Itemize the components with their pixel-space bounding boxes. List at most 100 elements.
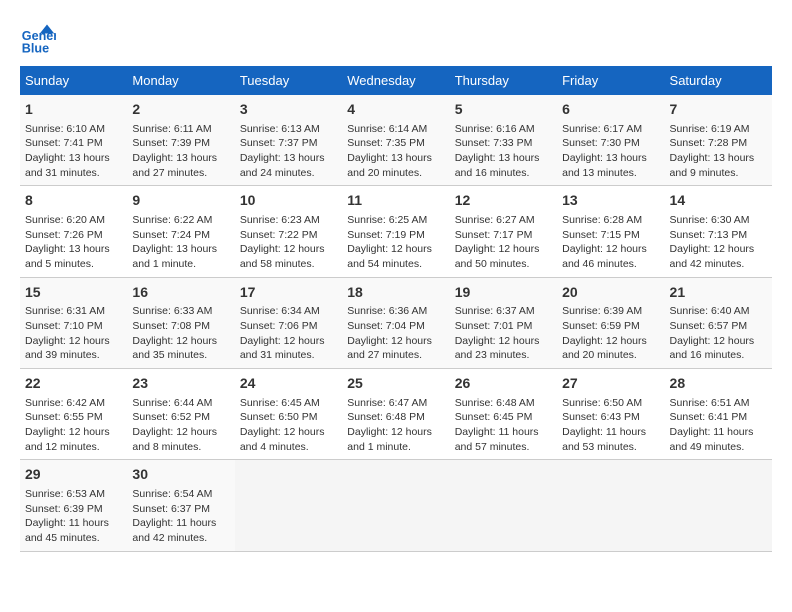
- day-info: Sunrise: 6:45 AM Sunset: 6:50 PM Dayligh…: [240, 396, 337, 455]
- calendar-cell: 29Sunrise: 6:53 AM Sunset: 6:39 PM Dayli…: [20, 460, 127, 551]
- day-info: Sunrise: 6:40 AM Sunset: 6:57 PM Dayligh…: [670, 304, 767, 363]
- day-number: 18: [347, 283, 444, 303]
- day-info: Sunrise: 6:20 AM Sunset: 7:26 PM Dayligh…: [25, 213, 122, 272]
- day-number: 12: [455, 191, 552, 211]
- day-info: Sunrise: 6:34 AM Sunset: 7:06 PM Dayligh…: [240, 304, 337, 363]
- day-info: Sunrise: 6:28 AM Sunset: 7:15 PM Dayligh…: [562, 213, 659, 272]
- weekday-header-sunday: Sunday: [20, 66, 127, 95]
- calendar-cell: 20Sunrise: 6:39 AM Sunset: 6:59 PM Dayli…: [557, 277, 664, 368]
- calendar-cell: 10Sunrise: 6:23 AM Sunset: 7:22 PM Dayli…: [235, 186, 342, 277]
- day-number: 2: [132, 100, 229, 120]
- day-info: Sunrise: 6:22 AM Sunset: 7:24 PM Dayligh…: [132, 213, 229, 272]
- day-number: 11: [347, 191, 444, 211]
- day-number: 23: [132, 374, 229, 394]
- calendar-week-row: 15Sunrise: 6:31 AM Sunset: 7:10 PM Dayli…: [20, 277, 772, 368]
- weekday-header-row: SundayMondayTuesdayWednesdayThursdayFrid…: [20, 66, 772, 95]
- calendar-cell: 23Sunrise: 6:44 AM Sunset: 6:52 PM Dayli…: [127, 369, 234, 460]
- calendar-cell: 18Sunrise: 6:36 AM Sunset: 7:04 PM Dayli…: [342, 277, 449, 368]
- day-info: Sunrise: 6:11 AM Sunset: 7:39 PM Dayligh…: [132, 122, 229, 181]
- weekday-header-saturday: Saturday: [665, 66, 772, 95]
- day-number: 29: [25, 465, 122, 485]
- calendar-cell: 7Sunrise: 6:19 AM Sunset: 7:28 PM Daylig…: [665, 95, 772, 186]
- calendar-week-row: 1Sunrise: 6:10 AM Sunset: 7:41 PM Daylig…: [20, 95, 772, 186]
- day-info: Sunrise: 6:17 AM Sunset: 7:30 PM Dayligh…: [562, 122, 659, 181]
- day-number: 16: [132, 283, 229, 303]
- day-number: 3: [240, 100, 337, 120]
- page-header: General Blue: [20, 20, 772, 56]
- calendar-cell: 13Sunrise: 6:28 AM Sunset: 7:15 PM Dayli…: [557, 186, 664, 277]
- calendar-cell: 30Sunrise: 6:54 AM Sunset: 6:37 PM Dayli…: [127, 460, 234, 551]
- day-number: 8: [25, 191, 122, 211]
- day-info: Sunrise: 6:33 AM Sunset: 7:08 PM Dayligh…: [132, 304, 229, 363]
- calendar-cell: [235, 460, 342, 551]
- calendar-week-row: 22Sunrise: 6:42 AM Sunset: 6:55 PM Dayli…: [20, 369, 772, 460]
- day-number: 22: [25, 374, 122, 394]
- calendar-cell: 14Sunrise: 6:30 AM Sunset: 7:13 PM Dayli…: [665, 186, 772, 277]
- day-number: 25: [347, 374, 444, 394]
- day-number: 1: [25, 100, 122, 120]
- day-info: Sunrise: 6:27 AM Sunset: 7:17 PM Dayligh…: [455, 213, 552, 272]
- day-number: 9: [132, 191, 229, 211]
- calendar-cell: 8Sunrise: 6:20 AM Sunset: 7:26 PM Daylig…: [20, 186, 127, 277]
- day-info: Sunrise: 6:48 AM Sunset: 6:45 PM Dayligh…: [455, 396, 552, 455]
- day-number: 24: [240, 374, 337, 394]
- calendar-cell: 12Sunrise: 6:27 AM Sunset: 7:17 PM Dayli…: [450, 186, 557, 277]
- day-info: Sunrise: 6:53 AM Sunset: 6:39 PM Dayligh…: [25, 487, 122, 546]
- calendar-cell: 1Sunrise: 6:10 AM Sunset: 7:41 PM Daylig…: [20, 95, 127, 186]
- weekday-header-friday: Friday: [557, 66, 664, 95]
- day-info: Sunrise: 6:19 AM Sunset: 7:28 PM Dayligh…: [670, 122, 767, 181]
- day-number: 5: [455, 100, 552, 120]
- calendar-week-row: 29Sunrise: 6:53 AM Sunset: 6:39 PM Dayli…: [20, 460, 772, 551]
- day-number: 13: [562, 191, 659, 211]
- day-number: 30: [132, 465, 229, 485]
- calendar-cell: [450, 460, 557, 551]
- calendar-cell: 2Sunrise: 6:11 AM Sunset: 7:39 PM Daylig…: [127, 95, 234, 186]
- day-number: 27: [562, 374, 659, 394]
- logo: General Blue: [20, 20, 56, 56]
- day-info: Sunrise: 6:39 AM Sunset: 6:59 PM Dayligh…: [562, 304, 659, 363]
- logo-icon: General Blue: [20, 20, 56, 56]
- calendar-cell: 3Sunrise: 6:13 AM Sunset: 7:37 PM Daylig…: [235, 95, 342, 186]
- day-number: 14: [670, 191, 767, 211]
- day-info: Sunrise: 6:30 AM Sunset: 7:13 PM Dayligh…: [670, 213, 767, 272]
- calendar-cell: [557, 460, 664, 551]
- day-info: Sunrise: 6:23 AM Sunset: 7:22 PM Dayligh…: [240, 213, 337, 272]
- calendar-week-row: 8Sunrise: 6:20 AM Sunset: 7:26 PM Daylig…: [20, 186, 772, 277]
- day-info: Sunrise: 6:37 AM Sunset: 7:01 PM Dayligh…: [455, 304, 552, 363]
- day-info: Sunrise: 6:31 AM Sunset: 7:10 PM Dayligh…: [25, 304, 122, 363]
- day-number: 15: [25, 283, 122, 303]
- day-number: 7: [670, 100, 767, 120]
- day-info: Sunrise: 6:36 AM Sunset: 7:04 PM Dayligh…: [347, 304, 444, 363]
- calendar-cell: 27Sunrise: 6:50 AM Sunset: 6:43 PM Dayli…: [557, 369, 664, 460]
- calendar-table: SundayMondayTuesdayWednesdayThursdayFrid…: [20, 66, 772, 552]
- weekday-header-monday: Monday: [127, 66, 234, 95]
- calendar-cell: 4Sunrise: 6:14 AM Sunset: 7:35 PM Daylig…: [342, 95, 449, 186]
- calendar-cell: 26Sunrise: 6:48 AM Sunset: 6:45 PM Dayli…: [450, 369, 557, 460]
- weekday-header-wednesday: Wednesday: [342, 66, 449, 95]
- day-info: Sunrise: 6:47 AM Sunset: 6:48 PM Dayligh…: [347, 396, 444, 455]
- svg-text:Blue: Blue: [22, 41, 49, 55]
- calendar-cell: 11Sunrise: 6:25 AM Sunset: 7:19 PM Dayli…: [342, 186, 449, 277]
- calendar-cell: 16Sunrise: 6:33 AM Sunset: 7:08 PM Dayli…: [127, 277, 234, 368]
- calendar-cell: 22Sunrise: 6:42 AM Sunset: 6:55 PM Dayli…: [20, 369, 127, 460]
- day-number: 19: [455, 283, 552, 303]
- day-info: Sunrise: 6:50 AM Sunset: 6:43 PM Dayligh…: [562, 396, 659, 455]
- calendar-cell: 25Sunrise: 6:47 AM Sunset: 6:48 PM Dayli…: [342, 369, 449, 460]
- day-number: 6: [562, 100, 659, 120]
- day-info: Sunrise: 6:44 AM Sunset: 6:52 PM Dayligh…: [132, 396, 229, 455]
- calendar-cell: 21Sunrise: 6:40 AM Sunset: 6:57 PM Dayli…: [665, 277, 772, 368]
- weekday-header-tuesday: Tuesday: [235, 66, 342, 95]
- calendar-cell: 5Sunrise: 6:16 AM Sunset: 7:33 PM Daylig…: [450, 95, 557, 186]
- day-info: Sunrise: 6:42 AM Sunset: 6:55 PM Dayligh…: [25, 396, 122, 455]
- day-info: Sunrise: 6:14 AM Sunset: 7:35 PM Dayligh…: [347, 122, 444, 181]
- calendar-cell: 28Sunrise: 6:51 AM Sunset: 6:41 PM Dayli…: [665, 369, 772, 460]
- day-info: Sunrise: 6:10 AM Sunset: 7:41 PM Dayligh…: [25, 122, 122, 181]
- day-number: 21: [670, 283, 767, 303]
- day-info: Sunrise: 6:25 AM Sunset: 7:19 PM Dayligh…: [347, 213, 444, 272]
- day-number: 17: [240, 283, 337, 303]
- day-info: Sunrise: 6:54 AM Sunset: 6:37 PM Dayligh…: [132, 487, 229, 546]
- calendar-cell: [342, 460, 449, 551]
- day-number: 28: [670, 374, 767, 394]
- day-number: 20: [562, 283, 659, 303]
- calendar-cell: [665, 460, 772, 551]
